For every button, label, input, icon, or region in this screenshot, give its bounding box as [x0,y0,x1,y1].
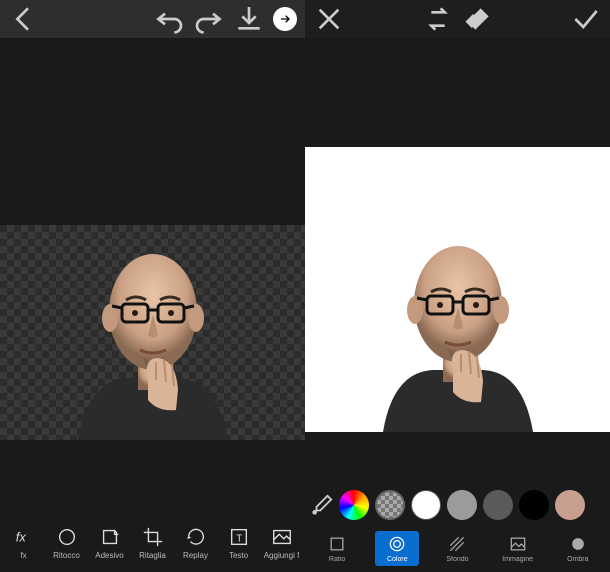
swatch-tan[interactable] [555,490,585,520]
svg-text:T: T [236,534,242,545]
tool-label: fx [20,551,26,560]
tool-label: Ritocco [53,551,80,560]
tool-label: Adesivo [95,551,123,560]
editor-panel-right: Ratio Colore Sfondo Immagine Ombra [305,0,610,572]
tab-label: Sfondo [446,556,468,563]
eyedropper-button[interactable] [311,494,333,516]
close-button[interactable] [313,3,345,35]
tab-sfondo[interactable]: Sfondo [435,531,479,566]
tab-label: Ratio [329,556,345,563]
switch-button[interactable] [422,3,454,35]
left-topbar [0,0,305,38]
right-bottom-panel: Ratio Colore Sfondo Immagine Ombra [305,480,610,572]
swatch-transparent[interactable] [375,490,405,520]
left-image-frame [0,225,305,440]
portrait-left [48,230,258,440]
tool-ritaglia[interactable]: Ritaglia [133,526,173,560]
tool-ritocco[interactable]: Ritocco [47,526,87,560]
tool-aggiungi[interactable]: Aggiungi f [262,526,302,560]
swatch-gray-dark[interactable] [483,490,513,520]
tab-ratio[interactable]: Ratio [315,531,359,566]
color-swatch-row [305,486,610,524]
eraser-button[interactable] [462,3,494,35]
editor-panel-left: fx fx Ritocco Adesivo Ritaglia Replay T … [0,0,305,572]
tool-fx[interactable]: fx fx [4,526,44,560]
swatch-gray-light[interactable] [447,490,477,520]
tool-label: Testo [229,551,248,560]
background-tabbar: Ratio Colore Sfondo Immagine Ombra [305,524,610,572]
tool-label: Aggiungi f [264,551,300,560]
right-topbar [305,0,610,38]
undo-button[interactable] [153,3,185,35]
tool-replay[interactable]: Replay [176,526,216,560]
redo-button[interactable] [193,3,225,35]
left-toolbar: fx fx Ritocco Adesivo Ritaglia Replay T … [0,512,305,572]
back-button[interactable] [8,3,40,35]
tool-adesivo[interactable]: Adesivo [90,526,130,560]
swatch-black[interactable] [519,490,549,520]
tool-label: Ritaglia [139,551,166,560]
tab-ombra[interactable]: Ombra [556,531,600,566]
right-image-frame [305,147,610,432]
tab-colore[interactable]: Colore [375,531,419,566]
tab-label: Ombra [567,556,588,563]
next-button[interactable] [273,7,297,31]
left-canvas[interactable] [0,38,305,512]
tab-label: Immagine [502,556,533,563]
portrait-right [353,222,563,432]
download-button[interactable] [233,3,265,35]
right-canvas[interactable] [305,38,610,480]
tab-immagine[interactable]: Immagine [496,531,540,566]
swatch-rainbow[interactable] [339,490,369,520]
svg-text:fx: fx [15,530,26,545]
tool-testo[interactable]: T Testo [219,526,259,560]
tool-label: Replay [183,551,208,560]
confirm-button[interactable] [570,3,602,35]
tab-label: Colore [387,556,408,563]
swatch-white[interactable] [411,490,441,520]
